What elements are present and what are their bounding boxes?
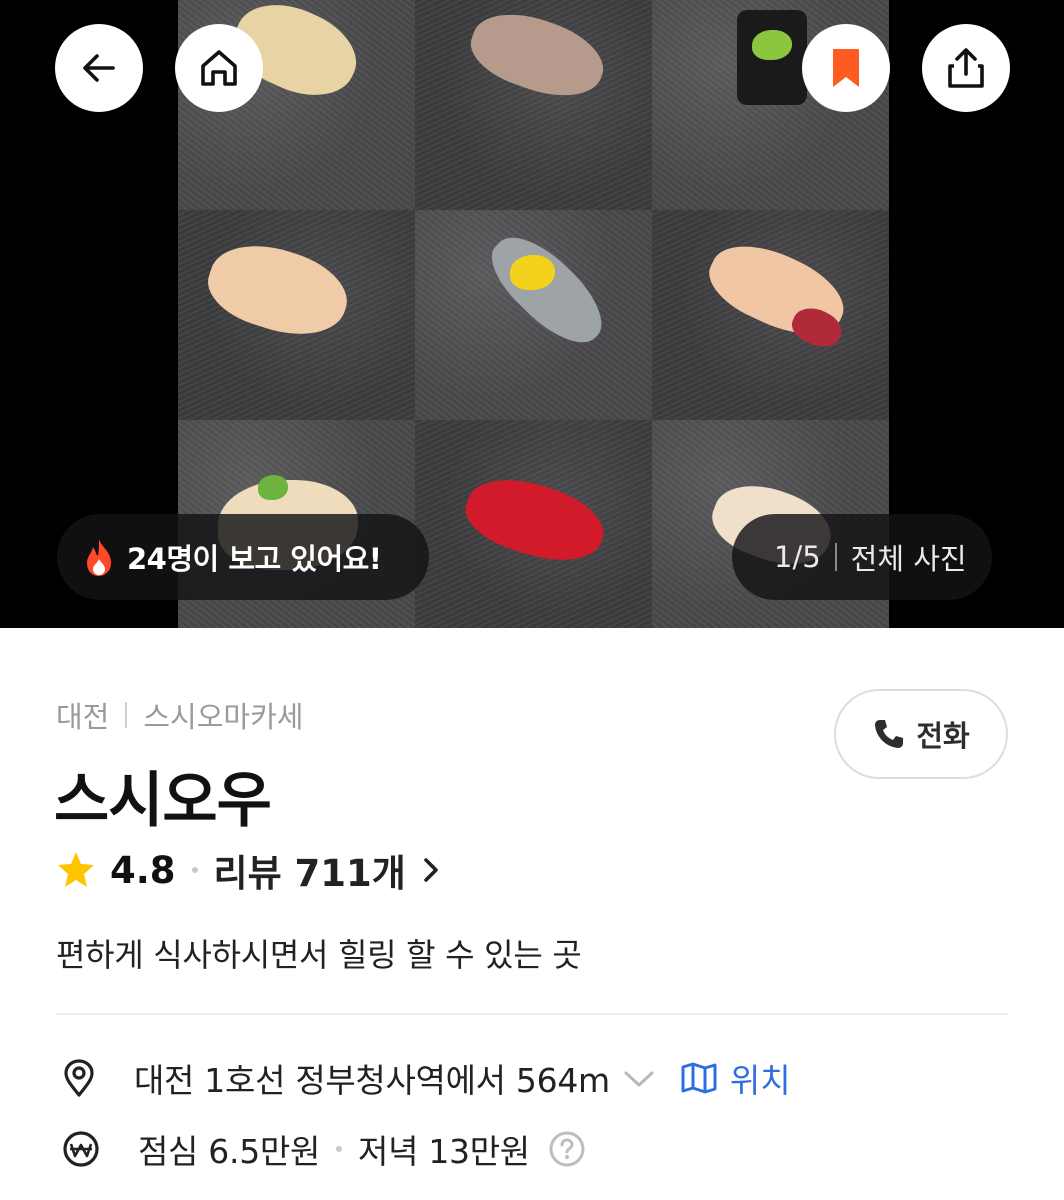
bookmark-button[interactable] (802, 24, 890, 112)
star-icon (58, 852, 94, 887)
won-currency-icon (63, 1131, 99, 1167)
divider (834, 543, 837, 571)
location-map-link[interactable]: 위치 (680, 1054, 791, 1102)
place-name: 스시오우 (54, 766, 272, 836)
breadcrumb-category[interactable]: 스시오마카세 (143, 694, 303, 736)
home-button[interactable] (175, 24, 263, 112)
share-button[interactable] (922, 24, 1010, 112)
section-divider (56, 1013, 1008, 1015)
phone-icon (875, 720, 904, 748)
arrow-left-icon (83, 54, 115, 82)
share-icon (948, 48, 984, 88)
bookmark-icon (833, 49, 859, 87)
photo-cell (652, 210, 889, 420)
home-icon (201, 50, 237, 86)
photo-gallery[interactable]: 24명이 보고 있어요! 1/5 전체 사진 (0, 0, 1064, 628)
call-label: 전화 (916, 719, 970, 753)
location-row: 대전 1호선 정부청사역에서 564m 위치 (62, 1052, 791, 1104)
rating-score: 4.8 (110, 848, 176, 892)
viewers-text: 24명이 보고 있어요! (127, 542, 382, 576)
fire-icon (87, 539, 111, 576)
photo-counter: 1/5 (774, 540, 821, 574)
location-link-label: 위치 (729, 1061, 791, 1100)
breadcrumb-divider (125, 702, 128, 728)
separator-dot (336, 1146, 343, 1152)
map-icon (681, 1062, 717, 1094)
photo-cell (178, 210, 415, 420)
place-description: 편하게 식사하시면서 힐링 할 수 있는 곳 (56, 936, 582, 974)
call-button[interactable]: 전화 (834, 689, 1008, 779)
breadcrumb: 대전 스시오마카세 (56, 694, 303, 736)
all-photos-button[interactable]: 1/5 전체 사진 (732, 514, 992, 600)
dinner-price: 저녁 13만원 (358, 1132, 530, 1171)
location-pin-icon (64, 1059, 94, 1097)
photo-cell (415, 0, 652, 210)
lunch-price: 점심 6.5만원 (138, 1132, 321, 1171)
chevron-down-icon[interactable] (622, 1066, 656, 1090)
photo-cell (415, 420, 652, 628)
viewers-badge: 24명이 보고 있어요! (57, 514, 429, 600)
separator-dot (191, 867, 198, 873)
rating-row[interactable]: 4.8 리뷰 711개 (56, 843, 442, 897)
help-icon[interactable] (548, 1130, 586, 1168)
back-button[interactable] (55, 24, 143, 112)
review-count[interactable]: 리뷰 711개 (214, 843, 406, 897)
chevron-right-icon[interactable] (420, 855, 442, 885)
photo-cell (415, 210, 652, 420)
breadcrumb-region[interactable]: 대전 (56, 694, 109, 736)
location-text: 대전 1호선 정부청사역에서 564m (134, 1061, 610, 1100)
price-row: 점심 6.5만원 저녁 13만원 (62, 1124, 586, 1174)
all-photos-label: 전체 사진 (850, 542, 967, 576)
